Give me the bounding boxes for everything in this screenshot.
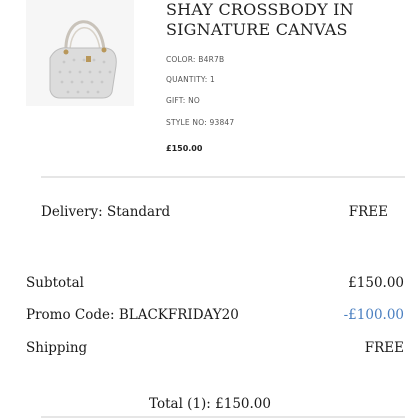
delivery-value: FREE [348,204,388,220]
subtotal-label: Subtotal [26,275,84,291]
bottom-divider [41,416,405,418]
product-title-line-2: SIGNATURE CANVAS [166,20,348,39]
product-gift: GIFT: NO [166,96,200,105]
handbag-icon [26,0,134,106]
order-summary-page: SHAY CROSSBODY IN SIGNATURE CANVAS COLOR… [0,0,420,420]
product-price: £150.00 [166,144,203,153]
product-style-number: STYLE NO: 93847 [166,118,235,127]
product-image[interactable] [26,0,134,106]
delivery-label: Delivery: Standard [41,204,171,220]
product-color: COLOR: B4R7B [166,55,225,64]
shipping-value: FREE [364,340,404,356]
subtotal-value: £150.00 [348,275,404,291]
promo-code-label: Promo Code: BLACKFRIDAY20 [26,307,239,323]
promo-discount-value: -£100.00 [343,307,404,323]
order-total: Total (1): £150.00 [149,396,271,412]
product-title[interactable]: SHAY CROSSBODY IN SIGNATURE CANVAS [166,0,406,40]
product-quantity: QUANTITY: 1 [166,75,215,84]
product-title-line-1: SHAY CROSSBODY IN [166,0,354,19]
divider [41,176,405,178]
shipping-label: Shipping [26,340,88,356]
